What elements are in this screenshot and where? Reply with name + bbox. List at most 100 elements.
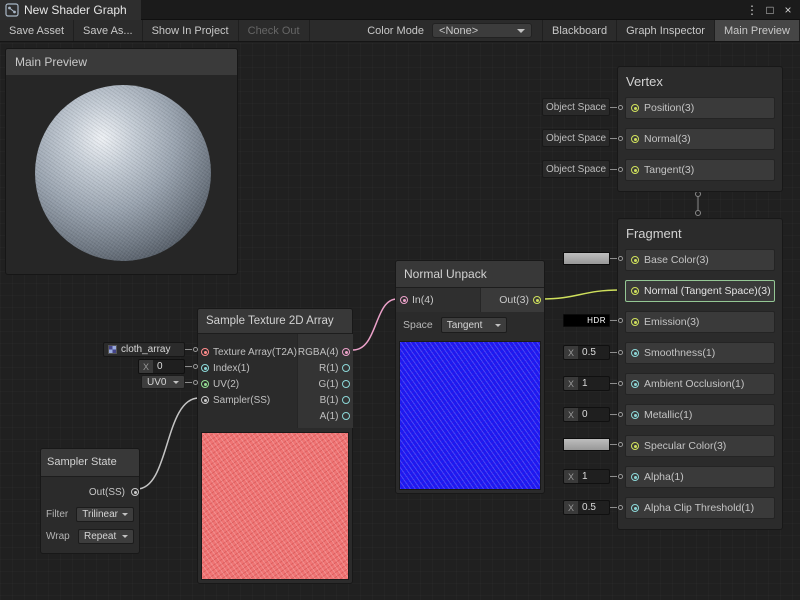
widget-port-dot[interactable] (618, 318, 623, 323)
input-row-texture-array[interactable]: Texture Array(T2A) (201, 344, 297, 360)
metallic-field[interactable]: X 0 (563, 407, 610, 422)
block-emission[interactable]: Emission(3) (625, 311, 775, 333)
block-position[interactable]: Position(3) (625, 97, 775, 119)
sample-texture-2d-array-node[interactable]: Sample Texture 2D Array Texture Array(T2… (197, 308, 353, 584)
block-base-color[interactable]: Base Color(3) (625, 249, 775, 271)
texture-array-port[interactable] (201, 348, 209, 356)
widget-port-dot[interactable] (618, 442, 623, 447)
tangent-space-dropdown[interactable]: Object Space (542, 160, 610, 178)
specular-color-port[interactable] (631, 442, 639, 450)
widget-port-dot[interactable] (618, 105, 623, 110)
widget-port-dot[interactable] (618, 474, 623, 479)
block-alpha[interactable]: Alpha(1) (625, 466, 775, 488)
maximize-icon[interactable]: □ (762, 2, 778, 18)
smoothness-port[interactable] (631, 349, 639, 357)
input-row-index[interactable]: Index(1) (201, 360, 297, 376)
metallic-port[interactable] (631, 411, 639, 419)
graph-inspector-toggle-button[interactable]: Graph Inspector (617, 20, 715, 41)
index-port[interactable] (201, 364, 209, 372)
normal-tangent-port[interactable] (631, 287, 639, 295)
widget-port-dot[interactable] (618, 256, 623, 261)
widget-port-dot[interactable] (618, 350, 623, 355)
alpha-clip-port[interactable] (631, 504, 639, 512)
position-space-dropdown[interactable]: Object Space (542, 98, 610, 116)
output-row-out-ss[interactable]: Out(SS) (41, 483, 139, 501)
normal-port[interactable] (631, 135, 639, 143)
b-port[interactable] (342, 396, 350, 404)
widget-port-dot[interactable] (193, 380, 198, 385)
main-preview-header[interactable]: Main Preview (6, 49, 237, 75)
uv-port[interactable] (201, 380, 209, 388)
main-preview-toggle-button[interactable]: Main Preview (715, 20, 800, 41)
output-row-a[interactable]: A(1) (298, 408, 351, 424)
widget-port-dot[interactable] (618, 412, 623, 417)
r-port[interactable] (342, 364, 350, 372)
normal-space-dropdown[interactable]: Object Space (542, 129, 610, 147)
normal-unpack-node[interactable]: Normal Unpack In(4) Out(3) Space Tangent (395, 260, 545, 494)
base-color-port[interactable] (631, 256, 639, 264)
field-value[interactable]: 0 (153, 361, 167, 372)
output-row-out[interactable]: Out(3) (480, 288, 544, 312)
output-row-r[interactable]: R(1) (298, 360, 351, 376)
filter-dropdown[interactable]: Trilinear (76, 507, 134, 522)
specular-color-swatch[interactable] (563, 438, 610, 451)
a-port[interactable] (342, 412, 350, 420)
emission-port[interactable] (631, 318, 639, 326)
block-ambient-occlusion[interactable]: Ambient Occlusion(1) (625, 373, 775, 395)
block-normal[interactable]: Normal(3) (625, 128, 775, 150)
sampler-port[interactable] (201, 396, 209, 404)
space-dropdown[interactable]: Tangent (441, 317, 507, 333)
field-value[interactable]: 0.5 (578, 347, 600, 358)
out-port[interactable] (533, 296, 541, 304)
widget-port-dot[interactable] (193, 347, 198, 352)
sampler-state-node[interactable]: Sampler State Out(SS) Filter Trilinear W… (40, 448, 140, 554)
in-port[interactable] (400, 296, 408, 304)
output-row-g[interactable]: G(1) (298, 376, 351, 392)
index-field[interactable]: X 0 (138, 359, 185, 374)
texture-asset-field[interactable]: cloth_array (103, 342, 185, 357)
vertex-context-node[interactable]: Vertex Position(3) Normal(3) Tangent(3) (617, 66, 783, 192)
position-port[interactable] (631, 104, 639, 112)
alpha-field[interactable]: X 1 (563, 469, 610, 484)
field-value[interactable]: 0.5 (578, 502, 600, 513)
ambient-occlusion-field[interactable]: X 1 (563, 376, 610, 391)
fragment-context-node[interactable]: Fragment Base Color(3) Normal (Tangent S… (617, 218, 783, 530)
blackboard-toggle-button[interactable]: Blackboard (542, 20, 617, 41)
close-icon[interactable]: × (780, 2, 796, 18)
input-row-in[interactable]: In(4) (396, 288, 480, 312)
input-row-uv[interactable]: UV(2) (201, 376, 297, 392)
uv-channel-dropdown[interactable]: UV0 (141, 375, 185, 389)
block-normal-tangent-space[interactable]: Normal (Tangent Space)(3) (625, 280, 775, 302)
block-tangent[interactable]: Tangent(3) (625, 159, 775, 181)
wrap-dropdown[interactable]: Repeat (78, 529, 134, 544)
field-value[interactable]: 0 (578, 409, 592, 420)
window-tab[interactable]: New Shader Graph (0, 0, 141, 20)
input-row-sampler[interactable]: Sampler(SS) (201, 392, 297, 408)
g-port[interactable] (342, 380, 350, 388)
block-smoothness[interactable]: Smoothness(1) (625, 342, 775, 364)
widget-port-dot[interactable] (618, 136, 623, 141)
block-alpha-clip-threshold[interactable]: Alpha Clip Threshold(1) (625, 497, 775, 519)
menu-kebab-icon[interactable]: ⋮ (744, 2, 760, 18)
save-asset-button[interactable]: Save Asset (0, 20, 74, 41)
widget-port-dot[interactable] (193, 364, 198, 369)
alpha-port[interactable] (631, 473, 639, 481)
alpha-clip-field[interactable]: X 0.5 (563, 500, 610, 515)
block-specular-color[interactable]: Specular Color(3) (625, 435, 775, 457)
output-row-b[interactable]: B(1) (298, 392, 351, 408)
field-value[interactable]: 1 (578, 471, 592, 482)
block-metallic[interactable]: Metallic(1) (625, 404, 775, 426)
save-as-button[interactable]: Save As... (74, 20, 143, 41)
widget-port-dot[interactable] (618, 167, 623, 172)
show-in-project-button[interactable]: Show In Project (143, 20, 239, 41)
main-preview-panel[interactable]: Main Preview (5, 48, 238, 275)
emission-hdr-swatch[interactable]: HDR (563, 314, 610, 327)
color-mode-dropdown[interactable]: <None> (432, 23, 532, 38)
tangent-port[interactable] (631, 166, 639, 174)
smoothness-field[interactable]: X 0.5 (563, 345, 610, 360)
out-ss-port[interactable] (131, 488, 139, 496)
sample-texture-preview[interactable] (201, 432, 349, 580)
base-color-swatch[interactable] (563, 252, 610, 265)
widget-port-dot[interactable] (618, 505, 623, 510)
shader-preview-sphere[interactable] (35, 85, 211, 261)
